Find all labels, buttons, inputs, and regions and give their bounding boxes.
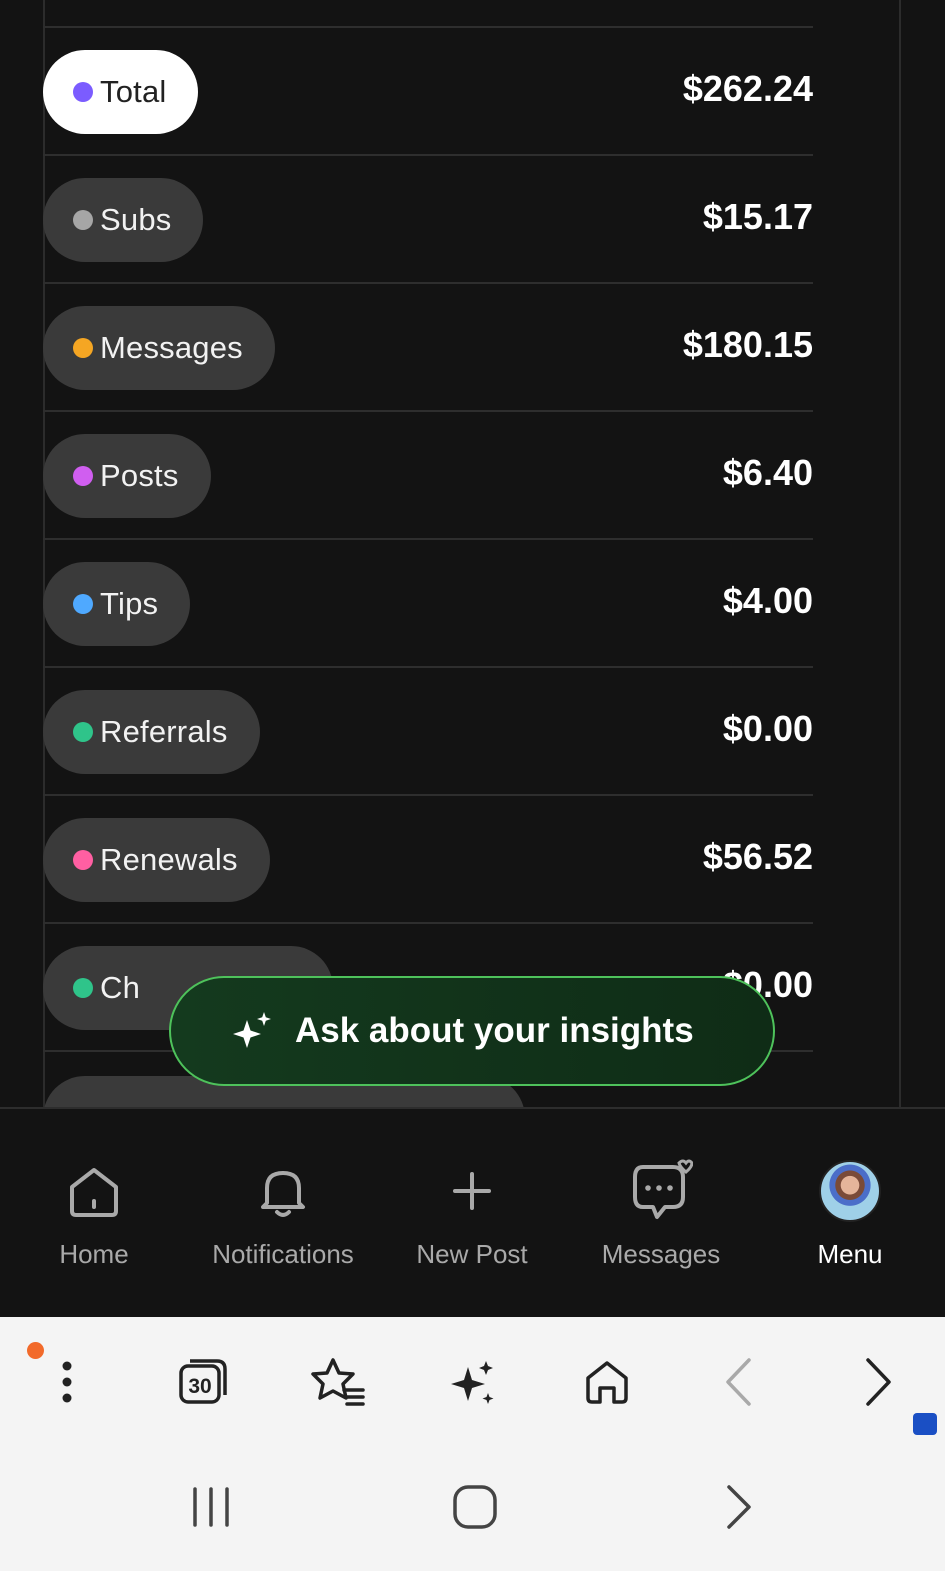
bottom-navigation: Home Notifications New Post Messages Men…: [0, 1107, 945, 1317]
more-options-button[interactable]: [32, 1347, 102, 1417]
filter-pill-renewals[interactable]: Renewals: [43, 818, 270, 902]
avatar-wrapper: [818, 1159, 882, 1223]
dot-total: [73, 82, 93, 102]
chat-heart-icon: [629, 1159, 693, 1223]
nav-label-messages: Messages: [601, 1239, 721, 1269]
nav-home[interactable]: Home: [0, 1159, 188, 1270]
forward-button[interactable]: [843, 1347, 913, 1417]
system-back-button[interactable]: [704, 1477, 774, 1537]
nav-notifications[interactable]: Notifications: [189, 1159, 377, 1270]
nav-label-home: Home: [59, 1239, 129, 1269]
bell-icon: [251, 1159, 315, 1223]
filter-pill-posts[interactable]: Posts: [43, 434, 211, 518]
ai-assistant-button[interactable]: [438, 1347, 508, 1417]
more-vertical-icon: [62, 1361, 72, 1403]
pill-label: Ch: [100, 970, 141, 1005]
dot-messages: [73, 338, 93, 358]
amount-value: $56.52: [702, 836, 813, 877]
home-icon: [62, 1159, 126, 1223]
back-icon: [726, 1358, 751, 1406]
nav-messages[interactable]: Messages: [567, 1159, 755, 1270]
dot-referrals: [73, 722, 93, 742]
ask-insights-button[interactable]: Ask about your insights: [169, 976, 775, 1086]
nav-label-menu: Menu: [817, 1239, 883, 1269]
bookmarks-icon: [311, 1358, 365, 1406]
pill-label: Renewals: [100, 842, 238, 877]
home-icon: [586, 1361, 628, 1404]
dot-renewals: [73, 850, 93, 870]
browser-home-button[interactable]: [572, 1347, 642, 1417]
amount-value: $6.40: [722, 452, 813, 493]
amount-value: $15.17: [702, 196, 813, 237]
amount-value: $180.15: [682, 324, 813, 365]
filter-pill-tips[interactable]: Tips: [43, 562, 191, 646]
chevron-right-icon: [727, 1485, 751, 1529]
earnings-row-tips: Tips $4.00: [43, 538, 813, 666]
pill-label: Referrals: [100, 714, 228, 749]
earnings-row-referrals: Referrals $0.00: [43, 666, 813, 794]
bookmarks-button[interactable]: [304, 1347, 374, 1417]
system-navigation-bar: [0, 1447, 945, 1571]
filter-pill-total[interactable]: Total: [43, 50, 199, 134]
filter-pill-messages[interactable]: Messages: [43, 306, 275, 390]
nav-label-notifications: Notifications: [212, 1239, 354, 1269]
pill-label: Posts: [100, 458, 179, 493]
dot-posts: [73, 466, 93, 486]
sparkle-icon: [233, 1012, 271, 1048]
back-button[interactable]: [704, 1347, 774, 1417]
plus-icon: [440, 1159, 504, 1223]
ai-sparkle-icon: [451, 1361, 494, 1404]
earnings-row-total: Total $262.24: [43, 26, 813, 154]
nav-label-new-post: New Post: [416, 1239, 528, 1269]
avatar: [819, 1160, 881, 1222]
earnings-row-subs: Subs $15.17: [43, 154, 813, 282]
pill-label: Subs: [100, 202, 172, 237]
dot-tips: [73, 594, 93, 614]
tabs-icon: 30: [179, 1359, 227, 1404]
ask-insights-label: Ask about your insights: [295, 1011, 694, 1050]
recent-apps-icon: [193, 1487, 229, 1527]
filter-pill-subs[interactable]: Subs: [43, 178, 204, 262]
earnings-row-messages: Messages $180.15: [43, 282, 813, 410]
nav-new-post[interactable]: New Post: [378, 1159, 566, 1270]
amount-value: $262.24: [682, 68, 813, 109]
pill-label: Tips: [100, 586, 159, 621]
nav-menu[interactable]: Menu: [756, 1159, 944, 1270]
lock-badge-icon: [913, 1413, 937, 1435]
filter-pill-referrals[interactable]: Referrals: [43, 690, 260, 774]
amount-value: $0.00: [722, 708, 813, 749]
browser-toolbar: 30: [0, 1317, 945, 1447]
home-circle-icon: [453, 1485, 497, 1529]
amount-value: $4.00: [722, 580, 813, 621]
forward-icon: [866, 1358, 891, 1406]
earnings-row-renewals: Renewals $56.52: [43, 794, 813, 922]
system-home-button[interactable]: [440, 1477, 510, 1537]
dot-subs: [73, 210, 93, 230]
tabs-button[interactable]: 30: [168, 1347, 238, 1417]
pill-label: Total: [100, 74, 167, 109]
dot-partial: [73, 978, 93, 998]
recent-apps-button[interactable]: [176, 1477, 246, 1537]
earnings-row-posts: Posts $6.40: [43, 410, 813, 538]
tabs-count: 30: [188, 1375, 211, 1398]
pill-label: Messages: [100, 330, 243, 365]
